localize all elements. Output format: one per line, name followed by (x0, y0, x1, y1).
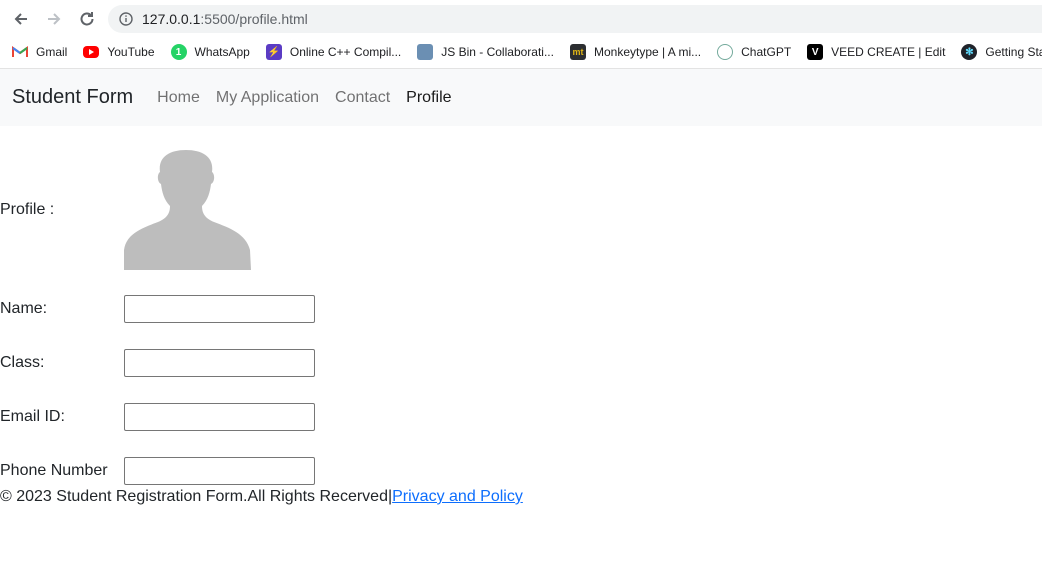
phone-row: Phone Number (0, 456, 315, 486)
bookmark-whatsapp[interactable]: 1 WhatsApp (170, 44, 250, 60)
forward-arrow-icon (48, 13, 61, 25)
bookmark-veed[interactable]: V VEED CREATE | Edit (807, 44, 945, 60)
bookmarks-bar: Gmail YouTube 1 WhatsApp ⚡ Online C++ Comp… (0, 36, 1042, 69)
name-input[interactable] (124, 295, 315, 323)
nav-link-my-application[interactable]: My Application (208, 89, 327, 107)
back-button[interactable] (10, 8, 32, 30)
gmail-icon (12, 44, 28, 60)
forward-button[interactable] (43, 8, 65, 30)
reload-button[interactable] (76, 8, 98, 30)
privacy-policy-link[interactable]: Privacy and Policy (392, 488, 523, 505)
profile-label: Profile : (0, 201, 55, 218)
nav-link-contact[interactable]: Contact (327, 89, 398, 107)
phone-input[interactable] (124, 457, 315, 485)
footer-text: © 2023 Student Registration Form.All Rig… (0, 488, 393, 505)
bookmark-online-cpp[interactable]: ⚡ Online C++ Compil... (265, 44, 401, 60)
back-arrow-icon (14, 13, 27, 25)
site-navbar: Student Form Home My Application Contact… (0, 69, 1042, 126)
email-input[interactable] (124, 403, 315, 431)
monkeytype-icon: mt (569, 44, 586, 60)
bookmark-gmail[interactable]: Gmail (12, 44, 67, 60)
bookmark-youtube[interactable]: YouTube (83, 45, 155, 59)
whatsapp-icon: 1 (170, 44, 187, 60)
class-input[interactable] (124, 349, 315, 377)
nav-link-profile[interactable]: Profile (398, 89, 459, 107)
class-label: Class: (0, 354, 45, 371)
email-row: Email ID: (0, 402, 315, 432)
nav-link-home[interactable]: Home (149, 89, 208, 107)
youtube-icon (83, 46, 100, 58)
footer: © 2023 Student Registration Form.All Rig… (0, 488, 523, 506)
bookmark-jsbin[interactable]: JS Bin - Collaborati... (417, 44, 554, 60)
email-label: Email ID: (0, 408, 65, 425)
bookmark-react[interactable]: ✻Getting Starte (961, 44, 1042, 60)
bookmark-monkeytype[interactable]: mt Monkeytype | A mi... (569, 44, 701, 60)
jsbin-icon (417, 44, 434, 60)
lightning-icon: ⚡ (265, 44, 282, 60)
phone-label: Phone Number (0, 462, 108, 479)
navbar-brand[interactable]: Student Form (12, 86, 133, 109)
bookmark-chatgpt[interactable]: ChatGPT (717, 44, 791, 60)
name-row: Name: (0, 294, 315, 324)
class-row: Class: (0, 348, 315, 378)
veed-icon: V (807, 44, 824, 60)
browser-toolbar: 127.0.0.1:5500/profile.html (0, 0, 1042, 36)
chatgpt-icon (717, 44, 734, 60)
react-icon: ✻ (961, 44, 978, 60)
info-icon[interactable] (118, 11, 134, 27)
name-label: Name: (0, 300, 48, 317)
url-text: 127.0.0.1:5500/profile.html (142, 11, 308, 27)
profile-avatar-icon[interactable] (124, 150, 252, 270)
profile-row: Profile : (0, 150, 252, 270)
address-bar[interactable]: 127.0.0.1:5500/profile.html (108, 5, 1042, 33)
reload-icon (80, 12, 94, 26)
